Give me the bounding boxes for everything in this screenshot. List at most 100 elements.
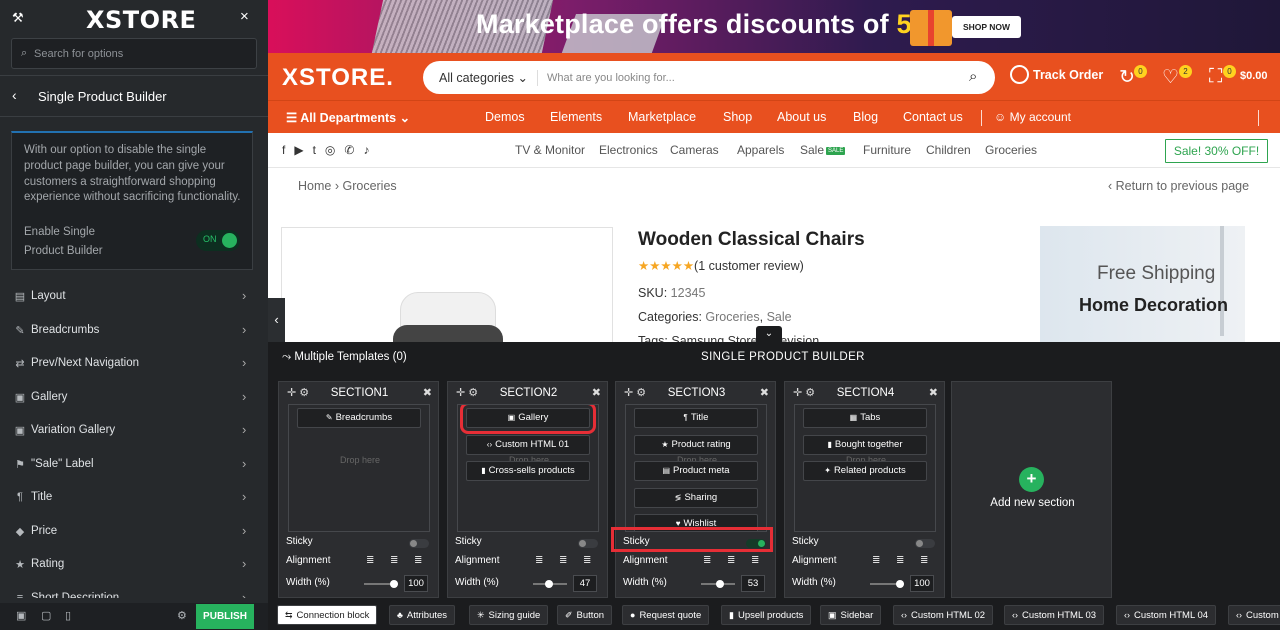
block-chip[interactable]: ‹› Custom HTML 04: [1116, 605, 1217, 625]
drop-zone[interactable]: Drop here ▦ Tabs ▮ Bought together ✦ Related p…: [794, 404, 936, 532]
builder-block[interactable]: ▤ Product meta: [634, 461, 758, 481]
heart-icon[interactable]: ♡: [1162, 66, 1179, 89]
enable-builder-toggle[interactable]: ON: [196, 230, 240, 251]
breadcrumb-current[interactable]: Groceries: [342, 179, 396, 193]
promo-card[interactable]: Free Shipping Home Decoration: [1040, 226, 1245, 342]
align-right-icon[interactable]: ≣: [583, 555, 591, 566]
align-left-icon[interactable]: ≣: [366, 555, 374, 566]
width-input[interactable]: 100: [404, 575, 428, 592]
block-chip[interactable]: ‹› Custom HTML 03: [1004, 605, 1105, 625]
slider-knob[interactable]: [896, 580, 904, 588]
drop-zone[interactable]: Drop here ¶ Title ★ Product rating ▤ Product m…: [625, 404, 767, 532]
builder-section[interactable]: ✛ ⚙ SECTION4 ✖ Drop here ▦ Tabs ▮ Bought togeth…: [784, 381, 945, 598]
sidebar-item[interactable]: ★ Rating ›: [0, 548, 268, 582]
category-link-cameras[interactable]: Cameras: [670, 143, 719, 157]
sidebar-item[interactable]: ¶ Title ›: [0, 481, 268, 515]
cart-icon[interactable]: ⛶: [1209, 66, 1222, 88]
sidebar-item[interactable]: ▣ Gallery ›: [0, 381, 268, 415]
trash-icon[interactable]: ✖: [592, 386, 601, 399]
trash-icon[interactable]: ✖: [423, 386, 432, 399]
return-link[interactable]: ‹ Return to previous page: [1108, 179, 1249, 193]
nav-link-marketplace[interactable]: Marketplace: [628, 110, 696, 124]
width-slider[interactable]: [364, 580, 398, 588]
back-button[interactable]: ‹ Single Product Builder: [0, 76, 268, 116]
slider-knob[interactable]: [716, 580, 724, 588]
width-input[interactable]: 53: [741, 575, 765, 592]
builder-block[interactable]: ★ Product rating: [634, 434, 758, 455]
category-select[interactable]: All categories ⌄: [439, 70, 528, 85]
youtube-icon[interactable]: ▶: [294, 143, 312, 157]
product-image[interactable]: [281, 227, 613, 347]
slider-knob[interactable]: [545, 580, 553, 588]
options-search-input[interactable]: [34, 45, 244, 63]
review-link[interactable]: (1 customer review): [694, 259, 804, 273]
category-link-sale[interactable]: Sale SALE: [800, 143, 846, 157]
sticky-toggle[interactable]: [409, 539, 429, 548]
category-link-electronics[interactable]: Electronics: [599, 143, 658, 157]
category-sale-link[interactable]: Sale: [767, 310, 792, 324]
width-slider[interactable]: [701, 580, 735, 588]
facebook-icon[interactable]: f: [282, 143, 294, 157]
align-center-icon[interactable]: ≣: [727, 555, 735, 566]
align-left-icon[interactable]: ≣: [703, 555, 711, 566]
pin-icon[interactable]: ⚒: [12, 10, 24, 26]
tiktok-icon[interactable]: ♪: [363, 143, 378, 157]
instagram-icon[interactable]: ◎: [325, 143, 344, 157]
nav-link-elements[interactable]: Elements: [550, 110, 602, 124]
block-chip[interactable]: ✐ Button: [557, 605, 613, 625]
nav-link-shop[interactable]: Shop: [723, 110, 752, 124]
multiple-templates-link[interactable]: ⤳ Multiple Templates (0): [282, 351, 407, 364]
align-right-icon[interactable]: ≣: [414, 555, 422, 566]
category-link-furniture[interactable]: Furniture: [863, 143, 911, 157]
align-left-icon[interactable]: ≣: [535, 555, 543, 566]
builder-section[interactable]: ✛ ⚙ SECTION1 ✖ Drop here ✎ Breadcrumbs Sticky A…: [278, 381, 439, 598]
sidebar-item[interactable]: ⚑ "Sale" Label ›: [0, 448, 268, 482]
width-slider[interactable]: [870, 580, 904, 588]
block-chip[interactable]: ▣ Sidebar: [820, 605, 882, 625]
sidebar-item[interactable]: ✎ Breadcrumbs ›: [0, 314, 268, 348]
drop-zone[interactable]: Drop here ▣ Gallery ‹› Custom HTML 01 ▮ Cross-…: [457, 404, 599, 532]
align-left-icon[interactable]: ≣: [872, 555, 880, 566]
block-chip[interactable]: ✳ Sizing guide: [469, 605, 549, 625]
nav-link-blog[interactable]: Blog: [853, 110, 878, 124]
shop-now-button[interactable]: SHOP NOW: [952, 16, 1021, 38]
builder-block[interactable]: ✎ Breadcrumbs: [297, 408, 421, 428]
site-logo[interactable]: XSTORE.: [282, 64, 394, 92]
breadcrumb-home[interactable]: Home: [298, 179, 331, 193]
builder-block[interactable]: ¶ Title: [634, 408, 758, 428]
gear-icon[interactable]: ⚙: [177, 609, 187, 622]
sticky-toggle[interactable]: [578, 539, 598, 548]
builder-block[interactable]: ▮ Cross-sells products: [466, 461, 590, 481]
builder-block[interactable]: ▦ Tabs: [803, 408, 927, 428]
whatsapp-icon[interactable]: ✆: [344, 143, 363, 157]
tablet-icon[interactable]: ▢: [41, 609, 51, 622]
my-account-link[interactable]: ☺ My account: [994, 110, 1071, 124]
builder-block[interactable]: ✦ Related products: [803, 461, 927, 481]
builder-block[interactable]: ‹› Custom HTML 01: [466, 434, 590, 455]
sidebar-item[interactable]: ▣ Variation Gallery ›: [0, 414, 268, 448]
width-slider[interactable]: [533, 580, 567, 588]
align-right-icon[interactable]: ≣: [751, 555, 759, 566]
chevron-down-icon[interactable]: ⌄: [756, 326, 782, 342]
align-right-icon[interactable]: ≣: [920, 555, 928, 566]
desktop-icon[interactable]: ▣: [16, 609, 26, 622]
width-input[interactable]: 47: [573, 575, 597, 592]
nav-link-contact[interactable]: Contact us: [903, 110, 963, 124]
mobile-icon[interactable]: ▯: [65, 609, 71, 622]
add-section-button[interactable]: + Add new section: [951, 381, 1112, 598]
block-chip[interactable]: ● Request quote: [622, 605, 710, 625]
collapse-sidebar-button[interactable]: ‹: [268, 298, 285, 342]
category-link-tv[interactable]: TV & Monitor: [515, 143, 585, 157]
sale-promo-button[interactable]: Sale! 30% OFF!: [1165, 139, 1268, 163]
search-icon[interactable]: ⌕: [969, 68, 977, 85]
block-chip[interactable]: ⇆ Connection block: [277, 605, 378, 625]
category-groceries-link[interactable]: Groceries: [705, 310, 759, 324]
sticky-toggle[interactable]: [915, 539, 935, 548]
compare-icon[interactable]: ↻: [1119, 66, 1135, 89]
builder-section[interactable]: ✛ ⚙ SECTION2 ✖ Drop here ▣ Gallery ‹› Custom HT…: [447, 381, 608, 598]
nav-link-demos[interactable]: Demos: [485, 110, 525, 124]
sidebar-item[interactable]: ▤ Layout ›: [0, 280, 268, 314]
align-center-icon[interactable]: ≣: [559, 555, 567, 566]
align-center-icon[interactable]: ≣: [390, 555, 398, 566]
trash-icon[interactable]: ✖: [760, 386, 769, 399]
